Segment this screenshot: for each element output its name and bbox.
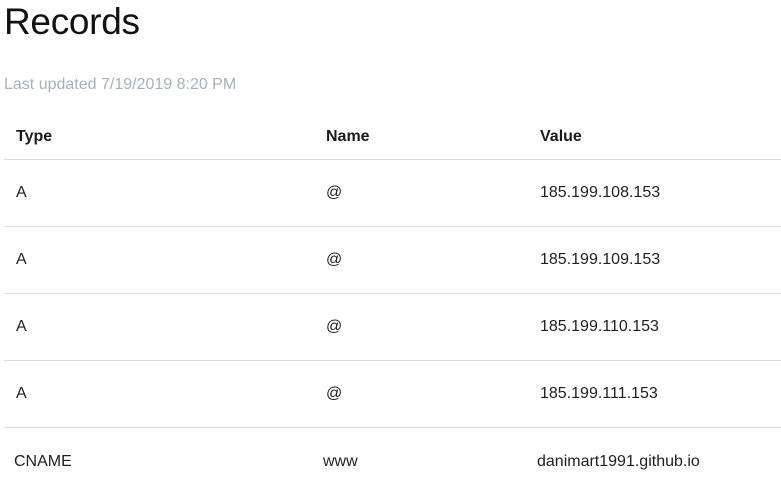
table-row: A @ 185.199.108.153 xyxy=(4,160,781,227)
table-header-row: Type Name Value xyxy=(4,115,781,160)
record-value: 185.199.111.153 xyxy=(540,385,658,402)
record-value: 185.199.109.153 xyxy=(540,251,661,268)
column-header-name: Name xyxy=(326,128,370,145)
column-header-type: Type xyxy=(16,128,53,145)
records-table: Type Name Value A @ 185.199.108.153 A @ … xyxy=(4,115,781,492)
records-page: Records Last updated 7/19/2019 8:20 PM T… xyxy=(0,0,781,492)
record-value: 185.199.108.153 xyxy=(540,184,661,201)
record-type: A xyxy=(16,251,27,268)
record-type: A xyxy=(16,385,27,402)
record-name: @ xyxy=(326,318,343,335)
table-row: A @ 185.199.111.153 xyxy=(4,361,781,428)
record-value: danimart1991.github.io xyxy=(537,452,700,470)
column-header-value: Value xyxy=(540,128,582,145)
page-title: Records xyxy=(4,1,140,42)
record-name: @ xyxy=(326,385,343,402)
record-name: www xyxy=(323,452,358,470)
last-updated-text: Last updated 7/19/2019 8:20 PM xyxy=(4,76,237,93)
record-type: A xyxy=(16,318,27,335)
table-row: A @ 185.199.110.153 xyxy=(4,294,781,361)
record-type: A xyxy=(16,184,27,201)
record-type: CNAME xyxy=(14,452,72,470)
record-value: 185.199.110.153 xyxy=(540,318,659,335)
record-name: @ xyxy=(326,251,343,268)
table-row: A @ 185.199.109.153 xyxy=(4,227,781,294)
record-name: @ xyxy=(326,184,343,201)
table-row: CNAME www danimart1991.github.io xyxy=(4,428,781,492)
